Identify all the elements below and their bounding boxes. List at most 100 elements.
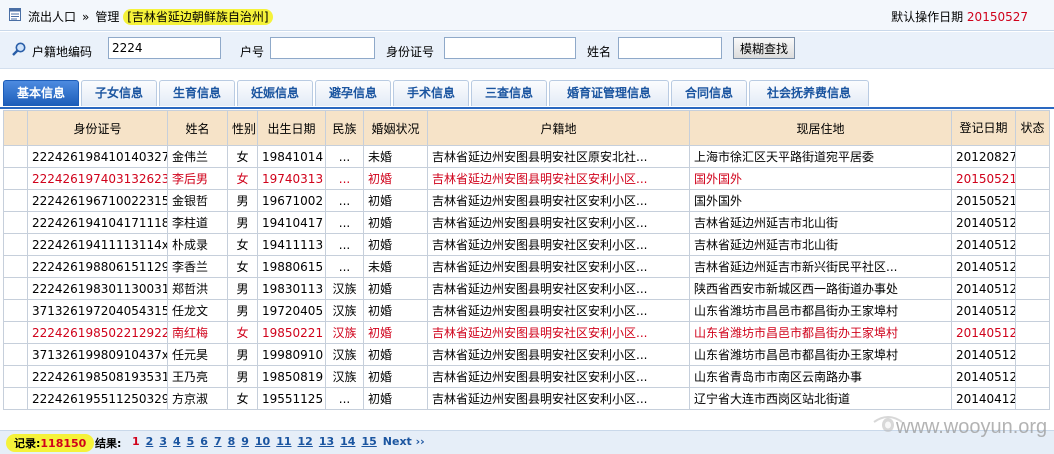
household-cell: 吉林省延边州安图县明安社区安利小区... (427, 167, 690, 190)
tab-fertility-info[interactable]: 生育信息 (159, 80, 235, 106)
status-cell (1015, 299, 1050, 322)
birthdate-cell: 19740313 (257, 167, 326, 190)
household-cell: 吉林省延边州安图县明安社区安利小区... (427, 387, 690, 410)
select-cell (3, 145, 28, 168)
name-cell: 李后男 (167, 167, 228, 190)
tab-social-fee-info[interactable]: 社会抚养费信息 (749, 80, 869, 106)
fuzzy-search-button[interactable]: 模糊查找 (733, 37, 796, 59)
page-link-1[interactable]: 1 (132, 435, 140, 448)
gender-cell: 男 (227, 277, 258, 300)
household-cell: 吉林省延边州安图县明安社区安利小区... (427, 343, 690, 366)
residence-cell: 国外国外 (689, 189, 952, 212)
col-header-regdate[interactable]: 登记日期 (951, 110, 1016, 146)
marital-cell: 初婚 (363, 343, 428, 366)
gender-cell: 女 (227, 233, 258, 256)
tab-basic-info[interactable]: 基本信息 (3, 80, 79, 106)
id-cell: 222426195511250329 (27, 387, 168, 410)
table-header-row: 身份证号 姓名 性别 出生日期 民族 婚姻状况 户籍地 现居住地 登记日期 状态 (3, 110, 1050, 146)
name-input[interactable] (618, 37, 722, 59)
table-row[interactable]: 222426194104171118 李柱道男 19410417... 初婚 吉林省延边… (3, 211, 1050, 234)
page-link-2[interactable]: 2 (146, 435, 154, 448)
name-cell: 金伟兰 (167, 145, 228, 168)
household-number-input[interactable] (270, 37, 375, 59)
col-header-household[interactable]: 户籍地 (427, 110, 690, 146)
id-cell: 222426198502212922 (27, 321, 168, 344)
select-cell (3, 167, 28, 190)
table-row[interactable]: 222426195511250329 方京淑女 19551125... 初婚 吉林省延边… (3, 387, 1050, 410)
birthdate-cell: 19841014 (257, 145, 326, 168)
birthdate-cell: 19411113 (257, 233, 326, 256)
table-row[interactable]: 222426196710022315 金银哲男 19671002... 初婚 吉林省延边… (3, 189, 1050, 212)
tab-checkup-info[interactable]: 三查信息 (471, 80, 547, 106)
page-link-10[interactable]: 10 (255, 435, 270, 448)
table-row[interactable]: 22242619411113114x 朴成录女 19411113... 初婚 吉林省延边… (3, 233, 1050, 256)
regdate-cell: 20140512 (951, 321, 1016, 344)
household-cell: 吉林省延边州安图县明安社区安利小区... (427, 233, 690, 256)
marital-cell: 未婚 (363, 145, 428, 168)
gender-cell: 男 (227, 365, 258, 388)
page-link-11[interactable]: 11 (276, 435, 291, 448)
tab-children-info[interactable]: 子女信息 (81, 80, 157, 106)
col-header-id[interactable]: 身份证号 (27, 110, 168, 146)
tab-pregnancy-info[interactable]: 妊娠信息 (237, 80, 313, 106)
marital-cell: 初婚 (363, 277, 428, 300)
id-cell: 222426196710022315 (27, 189, 168, 212)
tab-contraception-info[interactable]: 避孕信息 (315, 80, 391, 106)
search-bar: 户籍地编码 户号 身份证号 姓名 模糊查找 (0, 32, 1054, 69)
table-row[interactable]: 222426197403132623 李后男女 19740313... 初婚 吉林省延边… (3, 167, 1050, 190)
ethnicity-cell: ... (325, 255, 364, 278)
table-row[interactable]: 37132619980910437x 任元昊男 19980910 汉族 初婚 吉林省延边州… (3, 343, 1050, 366)
page-link-4[interactable]: 4 (173, 435, 181, 448)
table-row[interactable]: 222426198410140327 金伟兰女 19841014... 未婚 吉林省延边… (3, 145, 1050, 168)
record-label: 记录: (14, 437, 41, 450)
table-row[interactable]: 222426198502212922 南红梅女 19850221 汉族 初婚 吉林省延边州… (3, 321, 1050, 344)
col-header-status[interactable]: 状态 (1015, 110, 1050, 146)
col-header-name[interactable]: 姓名 (167, 110, 228, 146)
id-cell: 222426194104171118 (27, 211, 168, 234)
id-cell: 222426198806151129 (27, 255, 168, 278)
col-header-gender[interactable]: 性别 (227, 110, 258, 146)
col-header-ethnicity[interactable]: 民族 (325, 110, 364, 146)
page-link-15[interactable]: 15 (361, 435, 376, 448)
table-row[interactable]: 222426198301130031 郑哲洪男 19830113 汉族 初婚 吉林省延边州… (3, 277, 1050, 300)
page-link-7[interactable]: 7 (214, 435, 222, 448)
default-date: 默认操作日期 20150527 (891, 8, 1028, 25)
tab-surgery-info[interactable]: 手术信息 (393, 80, 469, 106)
gender-cell: 女 (227, 321, 258, 344)
page-link-6[interactable]: 6 (200, 435, 208, 448)
status-cell (1015, 145, 1050, 168)
next-page-link[interactable]: Next ›› (383, 435, 425, 448)
tab-underline (0, 107, 1054, 109)
id-number-input[interactable] (444, 37, 576, 59)
col-header-marital[interactable]: 婚姻状况 (363, 110, 428, 146)
page-link-9[interactable]: 9 (241, 435, 249, 448)
page-link-5[interactable]: 5 (187, 435, 195, 448)
page-link-13[interactable]: 13 (319, 435, 334, 448)
col-header-birthdate[interactable]: 出生日期 (257, 110, 326, 146)
watermark-text: www.wooyun.org (895, 416, 1047, 438)
gender-cell: 女 (227, 255, 258, 278)
ethnicity-cell: ... (325, 387, 364, 410)
ethnicity-cell: 汉族 (325, 343, 364, 366)
breadcrumb-outflow[interactable]: 流出人口 (28, 10, 76, 24)
col-header-residence[interactable]: 现居住地 (689, 110, 952, 146)
table-row[interactable]: 222426198508193531 王乃亮男 19850819 汉族 初婚 吉林省延边州… (3, 365, 1050, 388)
tab-contract-info[interactable]: 合同信息 (671, 80, 747, 106)
id-cell: 222426198301130031 (27, 277, 168, 300)
page-link-8[interactable]: 8 (228, 435, 236, 448)
name-cell: 李柱道 (167, 211, 228, 234)
table-row[interactable]: 371326197204054315 任龙文男 19720405 汉族 初婚 吉林省延边州… (3, 299, 1050, 322)
tab-certificate-info[interactable]: 婚育证管理信息 (549, 80, 669, 106)
birthdate-cell: 19880615 (257, 255, 326, 278)
population-table: 身份证号 姓名 性别 出生日期 民族 婚姻状况 户籍地 现居住地 登记日期 状态… (3, 110, 1050, 410)
household-code-input[interactable] (108, 37, 221, 59)
page-link-12[interactable]: 12 (298, 435, 313, 448)
table-row[interactable]: 222426198806151129 李香兰女 19880615... 未婚 吉林省延边… (3, 255, 1050, 278)
select-cell (3, 255, 28, 278)
birthdate-cell: 19830113 (257, 277, 326, 300)
page-link-3[interactable]: 3 (159, 435, 167, 448)
ethnicity-cell: ... (325, 145, 364, 168)
marital-cell: 初婚 (363, 365, 428, 388)
page-link-14[interactable]: 14 (340, 435, 355, 448)
select-cell (3, 343, 28, 366)
